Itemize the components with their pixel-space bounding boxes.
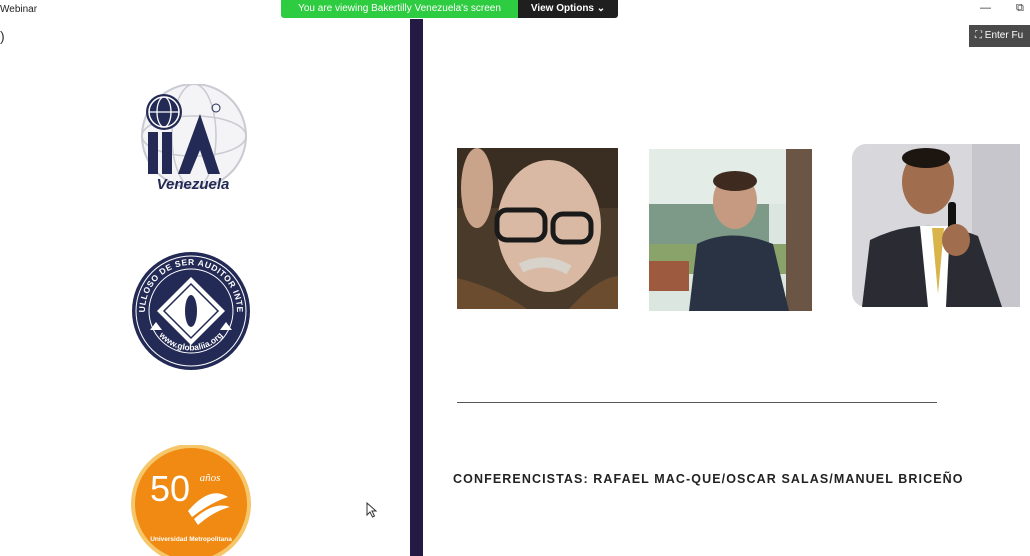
proud-auditor-seal-logo: ORGULLOSO DE SER AUDITOR INTERNO www.glo… bbox=[130, 252, 250, 370]
anniversary-number: 50 bbox=[150, 468, 190, 509]
screen-share-banner: You are viewing Bakertilly Venezuela's s… bbox=[281, 0, 518, 18]
speaker-photo-2 bbox=[649, 149, 812, 311]
speaker-photo-1 bbox=[457, 148, 618, 309]
fullscreen-icon: ⛶ bbox=[975, 30, 982, 41]
slide-divider bbox=[410, 19, 423, 556]
speaker-photo-3 bbox=[852, 144, 1020, 307]
unimet-caption: Universidad Metropolitana bbox=[150, 536, 232, 543]
mouse-cursor-icon bbox=[366, 502, 378, 518]
window-title: Webinar bbox=[0, 4, 38, 15]
slide-rule bbox=[457, 402, 937, 403]
anniversary-suffix: años bbox=[200, 472, 221, 484]
speakers-caption: CONFERENCISTAS: RAFAEL MAC-QUE/OSCAR SAL… bbox=[453, 472, 964, 486]
minimize-button[interactable]: — bbox=[980, 2, 991, 14]
view-options-button[interactable]: View Options ⌄ bbox=[518, 0, 618, 18]
enter-fullscreen-button[interactable]: ⛶ Enter Fu bbox=[969, 25, 1030, 47]
iia-venezuela-logo: Venezuela bbox=[141, 84, 247, 193]
unimet-50-anos-logo: 50 años Universidad Metropolitana bbox=[131, 445, 251, 556]
partial-edge-glyph: ) bbox=[0, 28, 5, 44]
title-bar: Webinar You are viewing Bakertilly Venez… bbox=[0, 0, 1030, 19]
enter-fullscreen-label: Enter Fu bbox=[984, 30, 1024, 41]
iia-caption: Venezuela bbox=[157, 176, 230, 193]
restore-button[interactable]: ⧉ bbox=[1016, 2, 1024, 15]
